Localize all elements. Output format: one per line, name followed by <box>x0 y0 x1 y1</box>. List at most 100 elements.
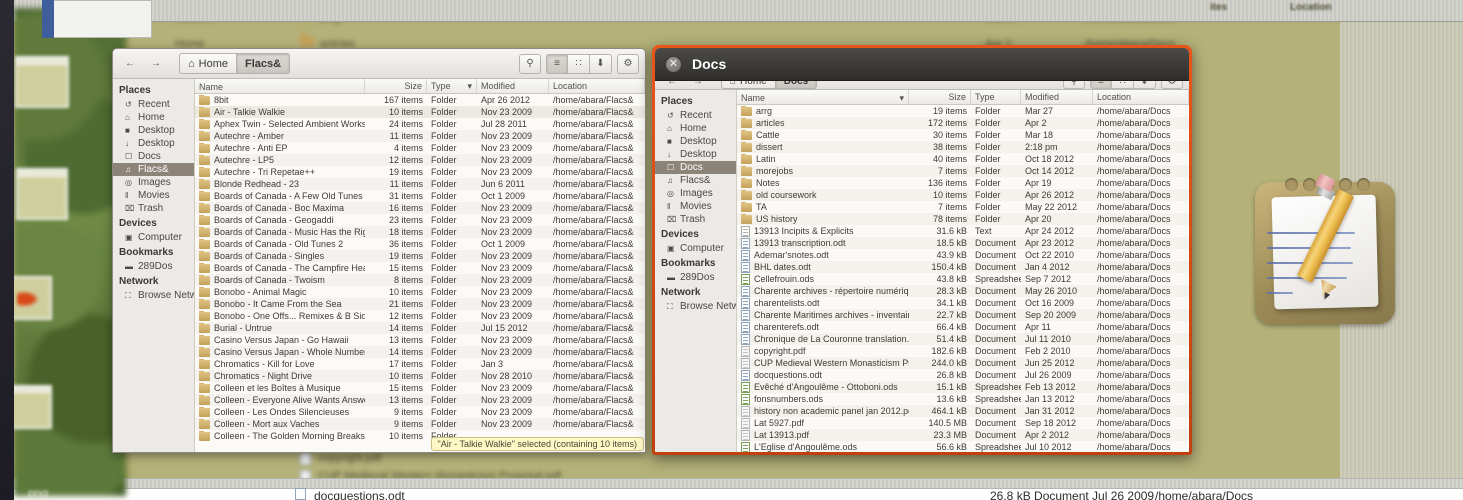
breadcrumb-item-home[interactable]: ⌂ Home <box>721 81 776 89</box>
table-row[interactable]: Burial - Untrue 14 items Folder Jul 15 2012… <box>195 322 645 334</box>
table-row[interactable]: Charente archives - répertoire numérique… <box>737 285 1189 297</box>
sidebar-item-docs[interactable]: ☐ Docs <box>655 161 736 174</box>
table-row[interactable]: Cellefrouin.ods 43.8 kB Spreadsheet Sep 7 2… <box>737 273 1189 285</box>
compact-view-button[interactable]: ⬇ <box>1134 81 1156 89</box>
gear-icon[interactable]: ⚙ <box>617 53 639 74</box>
table-row[interactable]: charenterefs.odt 66.4 kB Document Apr 11/ho… <box>737 321 1189 333</box>
table-row[interactable]: Cattle 30 items Folder Mar 18/home/abara/Do… <box>737 129 1189 141</box>
text-editor-notepad-icon[interactable] <box>1255 172 1395 324</box>
column-header-name[interactable]: Name <box>195 79 365 93</box>
table-row[interactable]: morejobs 7 items Folder Oct 14 2012/home/ab… <box>737 165 1189 177</box>
table-row[interactable]: Colleen - Everyone Alive Wants Answers 13… <box>195 394 645 406</box>
table-row[interactable]: Boards of Canada - Twoism 8 items Folder No… <box>195 274 645 286</box>
table-row[interactable]: Notes 136 items Folder Apr 19/home/abara/Do… <box>737 177 1189 189</box>
back-button[interactable]: ← <box>661 81 683 89</box>
column-header-modified[interactable]: Modified <box>477 79 549 93</box>
file-manager-window-flacs[interactable]: ← → ⌂ Home Flacs& ⚲ ≡ ∷ ⬇ ⚙ Places ↺ Rec… <box>112 48 646 453</box>
table-row[interactable]: Boards of Canada - Singles 19 items Folder… <box>195 250 645 262</box>
column-header-name[interactable]: Name ▾ <box>737 90 909 104</box>
table-row[interactable]: Colleen et les Boîtes à Musique 15 items F… <box>195 382 645 394</box>
table-row[interactable]: Bonobo - Animal Magic 10 items Folder Nov 2… <box>195 286 645 298</box>
table-row[interactable]: fonsnumbers.ods 13.6 kB Spreadsheet Jan 13 … <box>737 393 1189 405</box>
table-row[interactable]: articles 172 items Folder Apr 2/home/abara/… <box>737 117 1189 129</box>
list-view-button[interactable]: ≡ <box>546 53 568 74</box>
table-row[interactable]: Bonobo - One Offs... Remixes & B Sides 12… <box>195 310 645 322</box>
table-row[interactable]: Chromatics - Night Drive 10 items Folder No… <box>195 370 645 382</box>
breadcrumb-item-flacs[interactable]: Flacs& <box>237 53 291 74</box>
column-header-type[interactable]: Type ▾ <box>427 79 477 93</box>
sidebar-item-trash[interactable]: ⌧ Trash <box>113 202 194 215</box>
sidebar-item-images[interactable]: ◎ Images <box>655 187 736 200</box>
sidebar-item-recent[interactable]: ↺ Recent <box>655 109 736 122</box>
breadcrumb-item-home[interactable]: ⌂ Home <box>179 53 237 74</box>
table-row[interactable]: Chronique de La Couronne translation.odt… <box>737 333 1189 345</box>
sidebar-item-flacs[interactable]: ♫ Flacs& <box>655 174 736 187</box>
table-row[interactable]: copyright.pdf 182.6 kB Document Feb 2 2010 /… <box>737 345 1189 357</box>
sidebar-item-289dos[interactable]: ▬ 289Dos <box>655 271 736 284</box>
table-row[interactable]: Boards of Canada - Geogaddi 23 items Folde… <box>195 214 645 226</box>
table-row[interactable]: dissert 38 items Folder 2:18 pm/home/abara/… <box>737 141 1189 153</box>
table-row[interactable]: US history 78 items Folder Apr 20/home/abar… <box>737 213 1189 225</box>
gear-icon[interactable]: ⚙ <box>1161 81 1183 89</box>
table-row[interactable]: Boards of Canada - Old Tunes 2 36 items Fo… <box>195 238 645 250</box>
file-rows[interactable]: arrg 19 items Folder Mar 27/home/abara/Docs… <box>737 105 1189 452</box>
table-row[interactable]: docquestions.odt 26.8 kB Document Jul 26 20… <box>737 369 1189 381</box>
table-row[interactable]: Boards of Canada - A Few Old Tunes 31 ite… <box>195 190 645 202</box>
table-row[interactable]: Blonde Redhead - 23 11 items Folder Jun 6 2… <box>195 178 645 190</box>
table-row[interactable]: Boards of Canada - The Campfire Headphas… <box>195 262 645 274</box>
search-icon[interactable]: ⚲ <box>1063 81 1085 89</box>
column-header-location[interactable]: Location <box>549 79 645 93</box>
close-icon[interactable]: ✕ <box>665 55 682 73</box>
table-row[interactable]: Casino Versus Japan - Go Hawaii 13 items F… <box>195 334 645 346</box>
table-row[interactable]: arrg 19 items Folder Mar 27/home/abara/Docs <box>737 105 1189 117</box>
table-row[interactable]: Lat 13913.pdf 23.3 MB Document Apr 2 2012/h… <box>737 429 1189 441</box>
table-row[interactable]: CUP Medieval Western Monasticism Proposa… <box>737 357 1189 369</box>
column-header-type[interactable]: Type <box>971 90 1021 104</box>
sidebar-item-289dos[interactable]: ▬ 289Dos <box>113 260 194 273</box>
column-header-size[interactable]: Size <box>365 79 427 93</box>
sidebar-item-images[interactable]: ◎ Images <box>113 176 194 189</box>
table-row[interactable]: charentelists.odt 34.1 kB Document Oct 16 2… <box>737 297 1189 309</box>
table-row[interactable]: Ademar'snotes.odt 43.9 kB Document Oct 22 2… <box>737 249 1189 261</box>
sidebar-item-computer[interactable]: ▣ Computer <box>113 231 194 244</box>
sidebar-item-home[interactable]: ⌂ Home <box>113 111 194 124</box>
table-row[interactable]: Bonobo - It Came From the Sea 21 items Fol… <box>195 298 645 310</box>
table-row[interactable]: Air - Talkie Walkie 10 items Folder Nov 23 … <box>195 106 645 118</box>
sidebar-item-browse-network[interactable]: ⛶ Browse Network <box>655 300 736 313</box>
table-row[interactable]: history non academic panel jan 2012.pdf 4… <box>737 405 1189 417</box>
sidebar-item-desktop[interactable]: ↓ Desktop <box>113 137 194 150</box>
sidebar-item-desktop[interactable]: ■ Desktop <box>655 135 736 148</box>
icon-view-button[interactable]: ∷ <box>568 53 590 74</box>
sidebar-item-desktop[interactable]: ■ Desktop <box>113 124 194 137</box>
file-manager-window-docs[interactable]: ✕ Docs ← → ⌂ Home Docs ⚲ ≡ ∷ ⬇ ⚙ Places … <box>652 45 1192 455</box>
sidebar-item-docs[interactable]: ☐ Docs <box>113 150 194 163</box>
table-row[interactable]: Evêché d'Angoulême - Ottoboni.ods 15.1 kB… <box>737 381 1189 393</box>
table-row[interactable]: Aphex Twin - Selected Ambient Works Volu… <box>195 118 645 130</box>
table-row[interactable]: Lat 5927.pdf 140.5 MB Document Sep 18 2012 /… <box>737 417 1189 429</box>
table-row[interactable]: Boards of Canada - Boc Maxima 16 items Fol… <box>195 202 645 214</box>
column-header-modified[interactable]: Modified <box>1021 90 1093 104</box>
table-row[interactable]: L'Eglise d'Angoulême.ods 56.6 kB Spreadshe… <box>737 441 1189 452</box>
table-row[interactable]: Autechre - Tri Repetae++ 19 items Folder No… <box>195 166 645 178</box>
file-rows[interactable]: 8bit 167 items Folder Apr 26 2012/home/abar… <box>195 94 645 452</box>
breadcrumb-item-docs[interactable]: Docs <box>775 81 818 89</box>
sidebar-item-computer[interactable]: ▣ Computer <box>655 242 736 255</box>
sidebar-item-flacs[interactable]: ♫ Flacs& <box>113 163 194 176</box>
search-icon[interactable]: ⚲ <box>519 53 541 74</box>
table-row[interactable]: Casino Versus Japan - Whole Numbers Play… <box>195 346 645 358</box>
compact-view-button[interactable]: ⬇ <box>590 53 612 74</box>
table-row[interactable]: Colleen - Les Ondes Silencieuses 9 items F… <box>195 406 645 418</box>
table-row[interactable]: Charente Maritimes archives - inventaire… <box>737 309 1189 321</box>
sidebar-item-browse-network[interactable]: ⛶ Browse Network <box>113 289 194 302</box>
table-row[interactable]: BHL dates.odt 150.4 kB Document Jan 4 2012 /… <box>737 261 1189 273</box>
table-row[interactable]: Autechre - Anti EP 4 items Folder Nov 23 20… <box>195 142 645 154</box>
table-row[interactable]: old coursework 10 items Folder Apr 26 2012 /… <box>737 189 1189 201</box>
sidebar-item-movies[interactable]: ‖ Movies <box>655 200 736 213</box>
sidebar-item-recent[interactable]: ↺ Recent <box>113 98 194 111</box>
back-button[interactable]: ← <box>119 54 141 74</box>
table-row[interactable]: 13913 transcription.odt 18.5 kB Document Ap… <box>737 237 1189 249</box>
column-header-size[interactable]: Size <box>909 90 971 104</box>
title-bar[interactable]: ✕ Docs <box>655 48 1189 81</box>
column-header-location[interactable]: Location <box>1093 90 1189 104</box>
table-row[interactable]: TA 7 items Folder May 22 2012/home/abara/Do… <box>737 201 1189 213</box>
